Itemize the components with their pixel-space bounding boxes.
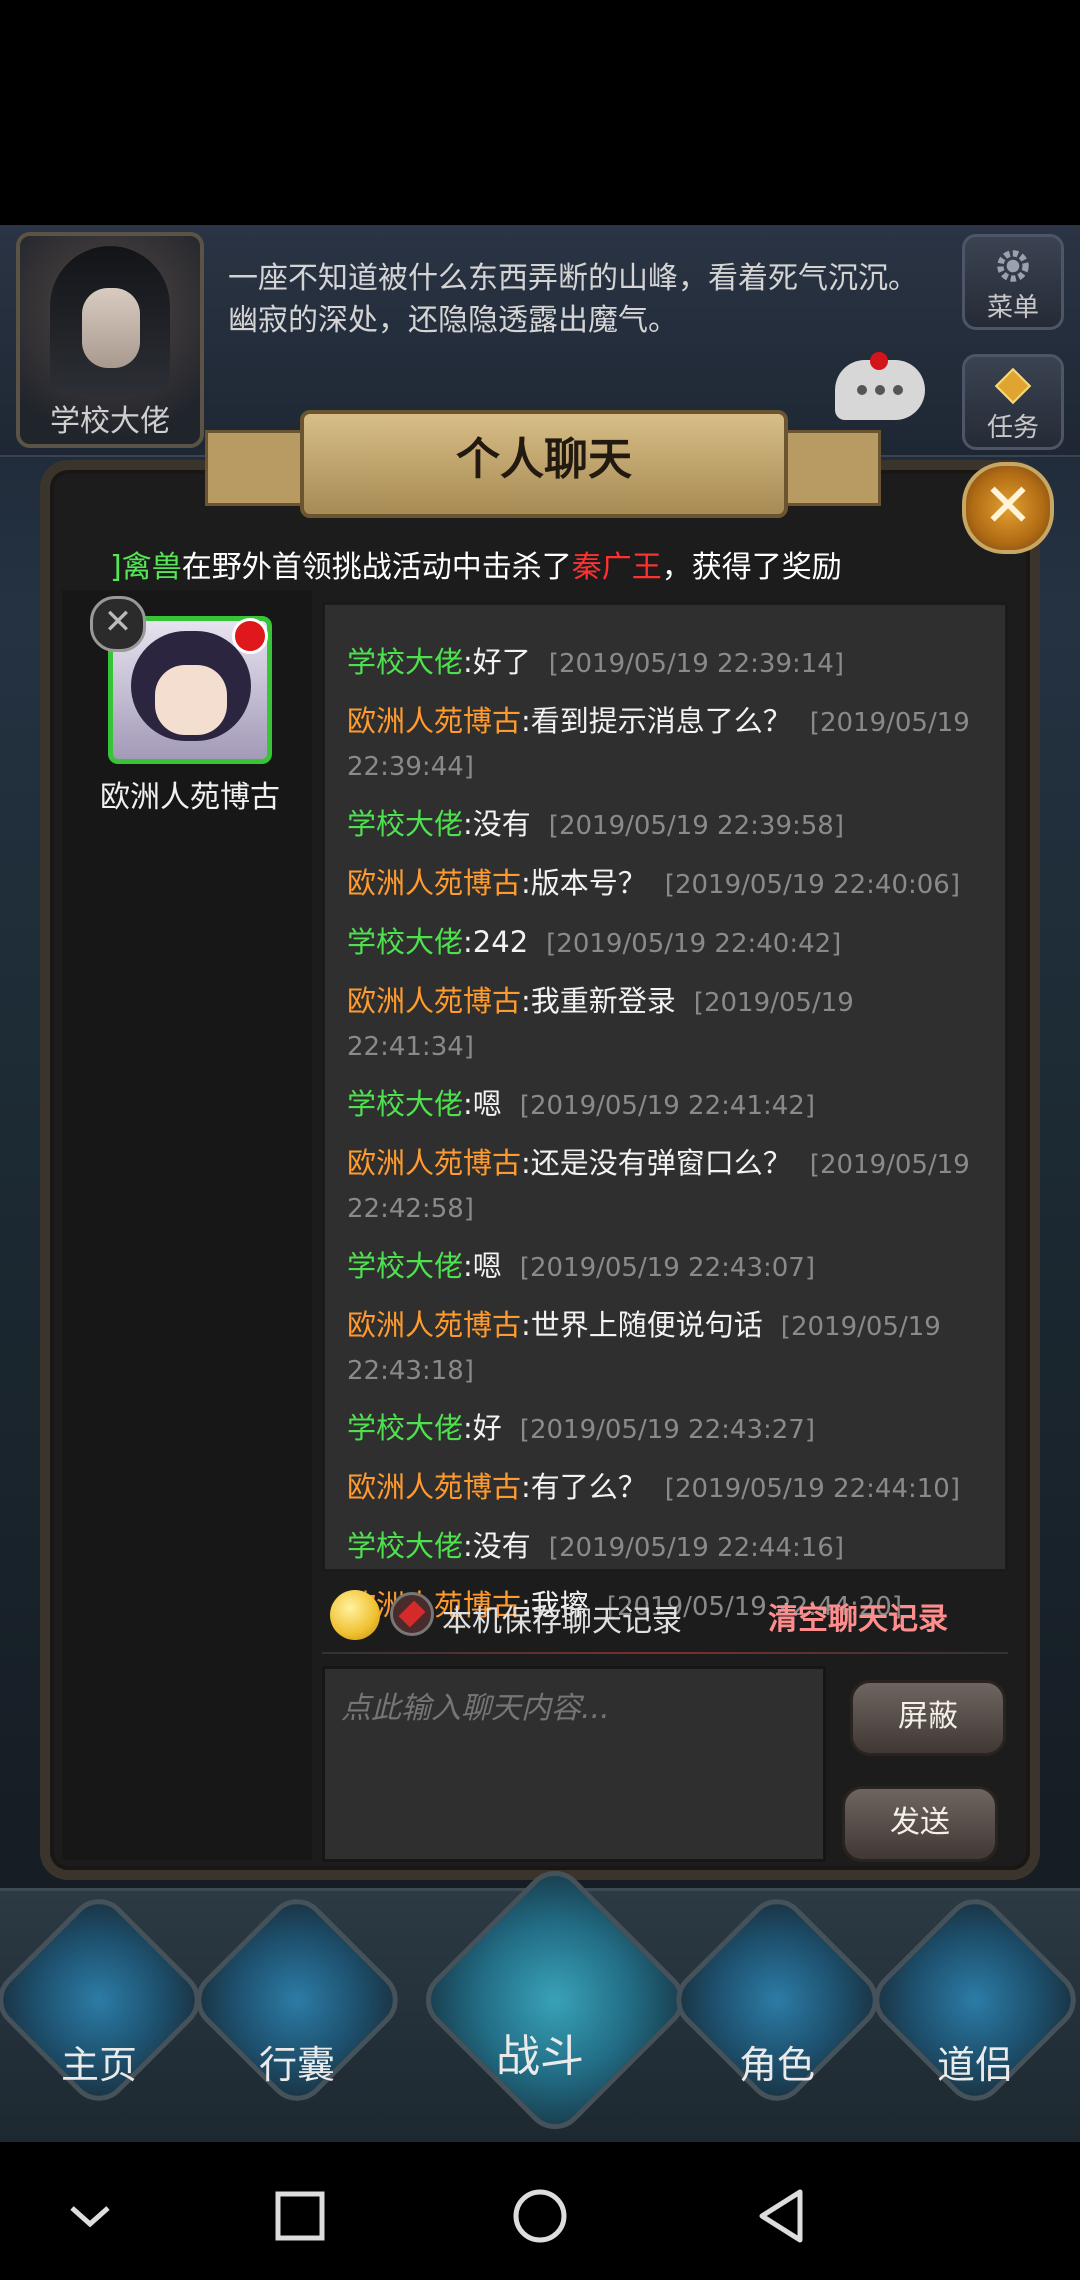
message-text: :没有 xyxy=(463,1529,531,1563)
message-timestamp: [2019/05/19 22:43:07] xyxy=(519,1253,815,1283)
message-text: :看到提示消息了么？ xyxy=(521,704,792,738)
chat-message: 学校大佬:没有 [2019/05/19 22:39:58] xyxy=(347,803,981,847)
message-timestamp: [2019/05/19 22:43:27] xyxy=(519,1415,815,1445)
nav-character-label: 角色 xyxy=(738,2043,815,2087)
divider xyxy=(322,1652,1008,1654)
nav-home[interactable]: 主页 xyxy=(0,1886,213,2120)
message-timestamp: [2019/05/19 22:40:42] xyxy=(546,929,842,959)
message-text: :242 xyxy=(463,925,529,959)
task-label: 任务 xyxy=(986,413,1039,443)
message-sender[interactable]: 欧洲人苑博古 xyxy=(347,1470,521,1504)
chat-message: 欧洲人苑博古:世界上随便说句话 [2019/05/19 22:43:18] xyxy=(347,1304,981,1392)
save-history-label: 本机保存聊天记录 xyxy=(442,1604,682,1639)
nav-battle-label: 战斗 xyxy=(496,2031,584,2082)
panel-title: 个人聊天 xyxy=(300,410,788,518)
message-sender[interactable]: 学校大佬 xyxy=(347,925,463,959)
recent-apps-icon[interactable] xyxy=(260,2176,340,2256)
bubble-dot xyxy=(875,385,885,395)
unread-badge xyxy=(232,618,268,654)
broadcast-text1: 在野外首领挑战活动中击杀了 xyxy=(181,550,572,585)
message-text: :嗯 xyxy=(463,1087,502,1121)
nav-bag-label: 行囊 xyxy=(258,2043,335,2087)
scene-description: 一座不知道被什么东西弄断的山峰，看着死气沉沉。 幽寂的深处，还隐隐透露出魔气。 xyxy=(228,258,948,342)
nav-character[interactable]: 角色 xyxy=(663,1886,891,2120)
emoji-icon[interactable] xyxy=(330,1590,380,1640)
message-sender[interactable]: 学校大佬 xyxy=(347,1087,463,1121)
message-timestamp: [2019/05/19 22:41:42] xyxy=(519,1091,815,1121)
message-sender[interactable]: 学校大佬 xyxy=(347,1529,463,1563)
broadcast-player: ]禽兽 xyxy=(110,550,182,585)
clear-history-button[interactable]: 清空聊天记录 xyxy=(768,1594,948,1638)
system-broadcast: ]禽兽在野外首领挑战活动中击杀了秦广王，获得了奖励 xyxy=(110,542,990,586)
gear-icon xyxy=(997,250,1029,282)
chat-message: 学校大佬:嗯 [2019/05/19 22:41:42] xyxy=(347,1083,981,1127)
scene-text-line1: 一座不知道被什么东西弄断的山峰，看着死气沉沉。 xyxy=(228,261,918,296)
message-text: :好了 xyxy=(463,645,531,679)
broadcast-boss: 秦广王 xyxy=(571,550,662,585)
chat-message: 欧洲人苑博古:有了么？ [2019/05/19 22:44:10] xyxy=(347,1466,981,1510)
chat-message: 欧洲人苑博古:还是没有弹窗口么？ [2019/05/19 22:42:58] xyxy=(347,1142,981,1230)
nav-bag[interactable]: 行囊 xyxy=(183,1886,411,2120)
bubble-dot xyxy=(893,385,903,395)
message-sender[interactable]: 学校大佬 xyxy=(347,1411,463,1445)
nav-battle[interactable]: 战斗 xyxy=(413,1858,697,2142)
message-timestamp: [2019/05/19 22:44:16] xyxy=(548,1533,844,1563)
chat-message: 学校大佬:好 [2019/05/19 22:43:27] xyxy=(347,1407,981,1451)
message-sender[interactable]: 学校大佬 xyxy=(347,645,463,679)
chat-input[interactable] xyxy=(322,1666,826,1862)
block-button[interactable]: 屏蔽 xyxy=(850,1680,1006,1756)
chat-message: 欧洲人苑博古:看到提示消息了么？ [2019/05/19 22:39:44] xyxy=(347,700,981,788)
close-button[interactable]: ✕ xyxy=(962,462,1054,554)
message-timestamp: [2019/05/19 22:44:10] xyxy=(664,1474,960,1504)
chat-message: 学校大佬:242 [2019/05/19 22:40:42] xyxy=(347,921,981,965)
chat-message: 学校大佬:好了 [2019/05/19 22:39:14] xyxy=(347,641,981,685)
broadcast-text2: ，获得了奖励 xyxy=(661,550,842,585)
nav-companion[interactable]: 道侣 xyxy=(861,1886,1080,2120)
back-triangle-icon[interactable] xyxy=(740,2176,820,2256)
chat-message: 学校大佬:嗯 [2019/05/19 22:43:07] xyxy=(347,1245,981,1289)
message-text: :没有 xyxy=(463,807,531,841)
menu-button[interactable]: 菜单 xyxy=(962,234,1064,330)
message-sender[interactable]: 学校大佬 xyxy=(347,1249,463,1283)
message-timestamp: [2019/05/19 22:40:06] xyxy=(664,870,960,900)
message-sender[interactable]: 欧洲人苑博古 xyxy=(347,984,521,1018)
avatar-face xyxy=(155,665,227,735)
task-gem-icon xyxy=(994,367,1032,405)
portrait-face xyxy=(82,288,140,368)
message-text: :版本号？ xyxy=(521,866,647,900)
message-sender[interactable]: 欧洲人苑博古 xyxy=(347,1146,521,1180)
message-sender[interactable]: 学校大佬 xyxy=(347,807,463,841)
scene-text-line2: 幽寂的深处，还隐隐透露出魔气。 xyxy=(228,303,678,338)
message-sender[interactable]: 欧洲人苑博古 xyxy=(347,866,521,900)
message-list[interactable]: 学校大佬:好了 [2019/05/19 22:39:14] 欧洲人苑博古:看到提示消… xyxy=(322,602,1008,1622)
message-text: :我重新登录 xyxy=(521,984,676,1018)
portrait-name: 学校大佬 xyxy=(50,404,170,439)
save-history-toggle[interactable] xyxy=(390,1592,434,1636)
chat-message: 欧洲人苑博古:我重新登录 [2019/05/19 22:41:34] xyxy=(347,980,981,1068)
chevron-down-icon[interactable] xyxy=(50,2176,130,2256)
message-sender[interactable]: 欧洲人苑博古 xyxy=(347,704,521,738)
toggle-diamond-icon xyxy=(398,1600,426,1628)
nav-home-label: 主页 xyxy=(60,2043,137,2087)
chat-message: 欧洲人苑博古:版本号？ [2019/05/19 22:40:06] xyxy=(347,862,981,906)
nav-companion-label: 道侣 xyxy=(936,2043,1013,2087)
message-sender[interactable]: 欧洲人苑博古 xyxy=(347,1308,521,1342)
bubble-dot xyxy=(857,385,867,395)
notification-dot xyxy=(870,352,888,370)
send-button[interactable]: 发送 xyxy=(842,1786,998,1862)
message-text: :好 xyxy=(463,1411,502,1445)
remove-contact-button[interactable]: ✕ xyxy=(90,596,146,652)
message-text: :世界上随便说句话 xyxy=(521,1308,763,1342)
task-button[interactable]: 任务 xyxy=(962,354,1064,450)
home-circle-icon[interactable] xyxy=(500,2176,580,2256)
message-timestamp: [2019/05/19 22:39:14] xyxy=(548,649,844,679)
menu-label: 菜单 xyxy=(986,293,1039,323)
message-text: :嗯 xyxy=(463,1249,502,1283)
chat-bubble-icon[interactable] xyxy=(835,352,925,420)
chat-message: 学校大佬:没有 [2019/05/19 22:44:16] xyxy=(347,1525,981,1569)
message-text: :还是没有弹窗口么？ xyxy=(521,1146,792,1180)
message-text: :有了么？ xyxy=(521,1470,647,1504)
contact-name[interactable]: 欧洲人苑博古 xyxy=(70,772,310,816)
message-timestamp: [2019/05/19 22:39:58] xyxy=(548,811,844,841)
